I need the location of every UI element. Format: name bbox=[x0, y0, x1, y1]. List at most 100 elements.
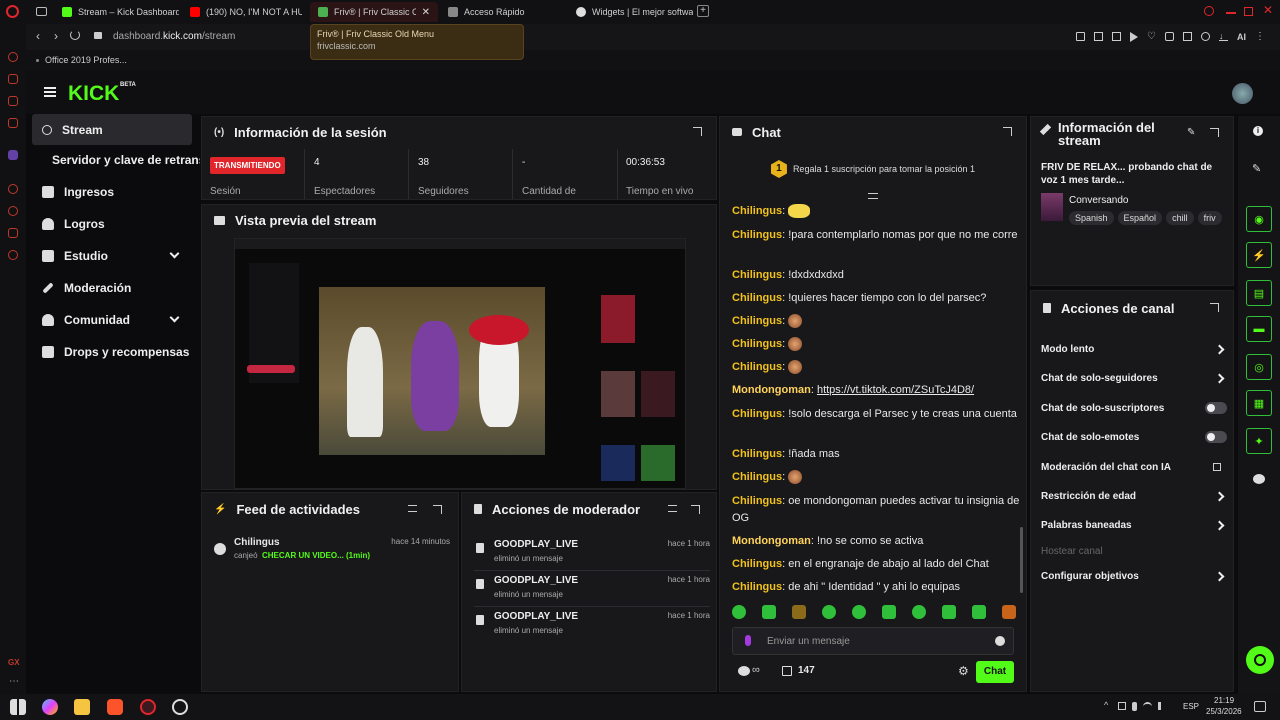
account-icon[interactable] bbox=[1200, 32, 1210, 41]
brave-icon[interactable] bbox=[107, 699, 123, 715]
emote-icon[interactable] bbox=[822, 605, 836, 619]
category-name[interactable]: Conversando bbox=[1069, 195, 1128, 206]
popout-icon[interactable] bbox=[433, 505, 442, 514]
gx-icon[interactable]: GX bbox=[8, 658, 20, 667]
popout-icon[interactable] bbox=[693, 127, 702, 136]
sidebar-app-icon[interactable] bbox=[8, 74, 18, 84]
send-chat-button[interactable]: Chat bbox=[976, 661, 1014, 683]
sidebar-item-estudio[interactable]: Estudio bbox=[32, 241, 192, 271]
minimize-icon[interactable] bbox=[1226, 12, 1236, 14]
settings-icon[interactable] bbox=[8, 250, 18, 260]
stream-video[interactable] bbox=[234, 238, 686, 489]
sidebar-app-icon[interactable] bbox=[8, 228, 18, 238]
sidebar-app-icon[interactable] bbox=[8, 96, 18, 106]
back-icon[interactable]: ‹ bbox=[36, 29, 40, 43]
emote-icon[interactable] bbox=[972, 605, 986, 619]
tab-widgets[interactable]: Widgets | El mejor softwar bbox=[568, 2, 693, 22]
sidebar-app-icon[interactable] bbox=[8, 52, 18, 62]
clock-date[interactable]: 25/3/2026 bbox=[1206, 707, 1242, 716]
chat-username[interactable]: Chilingus bbox=[732, 361, 782, 373]
menu-icon[interactable]: ⋮ bbox=[1255, 32, 1265, 42]
obs-icon[interactable] bbox=[172, 699, 188, 715]
chat-username[interactable]: Chilingus bbox=[732, 448, 782, 460]
users-icon[interactable] bbox=[738, 666, 750, 676]
chevron-down-icon[interactable] bbox=[169, 312, 180, 323]
emote-icon[interactable] bbox=[1002, 605, 1016, 619]
sidebar-app-icon[interactable] bbox=[8, 184, 18, 194]
popout-icon[interactable] bbox=[1210, 303, 1219, 312]
twitch-icon[interactable] bbox=[8, 150, 18, 160]
category-thumbnail[interactable] bbox=[1041, 193, 1063, 221]
emote-icon[interactable] bbox=[882, 605, 896, 619]
chat-username[interactable]: Mondongoman bbox=[732, 535, 811, 547]
tag[interactable]: chill bbox=[1166, 211, 1194, 225]
emote-icon[interactable] bbox=[732, 605, 746, 619]
grid-icon[interactable] bbox=[1112, 32, 1121, 41]
network-icon[interactable] bbox=[1118, 702, 1126, 710]
forward-icon[interactable]: › bbox=[54, 29, 58, 43]
hamburger-menu-icon[interactable] bbox=[44, 87, 56, 97]
clock-time[interactable]: 21:19 bbox=[1214, 696, 1234, 705]
tab-youtube[interactable]: (190) NO, I'M NOT A HUM bbox=[182, 2, 302, 22]
ai-button[interactable]: AI bbox=[1237, 32, 1246, 42]
popout-icon[interactable] bbox=[1003, 127, 1012, 136]
channel-action-banned-words[interactable]: Palabras baneadas bbox=[1041, 515, 1227, 535]
filter-icon[interactable] bbox=[668, 505, 677, 512]
chat-username[interactable]: Chilingus bbox=[732, 205, 782, 217]
chat-username[interactable]: Chilingus bbox=[732, 338, 782, 350]
tray-chevron-icon[interactable]: ^ bbox=[1104, 700, 1108, 710]
tab-acceso-rapido[interactable]: Acceso Rápido bbox=[440, 2, 566, 22]
sidebar-item-logros[interactable]: Logros bbox=[32, 209, 192, 239]
emote-icon[interactable] bbox=[942, 605, 956, 619]
emote-icon[interactable] bbox=[912, 605, 926, 619]
input-language[interactable]: ESP bbox=[1183, 702, 1199, 711]
info-icon[interactable]: i bbox=[1253, 126, 1263, 136]
gift-sub-banner[interactable]: 1 Regala 1 suscripción para tomar la pos… bbox=[720, 157, 1026, 181]
close-tab-icon[interactable]: ✕ bbox=[422, 7, 430, 18]
chat-username[interactable]: Chilingus bbox=[732, 269, 782, 281]
file-explorer-icon[interactable] bbox=[74, 699, 90, 715]
chat-username[interactable]: Chilingus bbox=[732, 581, 782, 593]
channel-action-slow-mode[interactable]: Modo lento bbox=[1041, 339, 1227, 359]
screenshot-icon[interactable] bbox=[1094, 32, 1103, 41]
copilot-icon[interactable] bbox=[42, 699, 58, 715]
opera-logo-icon[interactable] bbox=[6, 5, 19, 18]
channel-action-emotes-only[interactable]: Chat de solo-emotes bbox=[1041, 427, 1227, 447]
settings-gear-icon[interactable]: ⚙ bbox=[958, 664, 969, 678]
support-icon[interactable] bbox=[1246, 646, 1274, 674]
emote-icon[interactable] bbox=[852, 605, 866, 619]
dock-button-chat[interactable]: ▬ bbox=[1246, 316, 1272, 342]
sidebar-item-drops[interactable]: Drops y recompensas bbox=[32, 337, 192, 367]
tag[interactable]: Español bbox=[1117, 211, 1163, 225]
filter-icon[interactable] bbox=[408, 505, 417, 512]
dock-button-camera[interactable]: ◉ bbox=[1246, 206, 1272, 232]
sidebar-item-server-key[interactable]: Servidor y clave de retransmisión bbox=[42, 145, 200, 175]
more-icon[interactable]: ⋯ bbox=[9, 676, 19, 687]
popout-icon[interactable] bbox=[691, 505, 700, 514]
emote-icon[interactable] bbox=[792, 605, 806, 619]
dock-button-document[interactable]: ▤ bbox=[1246, 280, 1272, 306]
search-tabs-icon[interactable] bbox=[1204, 6, 1214, 16]
pin-icon[interactable] bbox=[1076, 32, 1085, 41]
toggle-switch[interactable] bbox=[1205, 431, 1227, 443]
dock-button-bolt[interactable]: ⚡ bbox=[1246, 242, 1272, 268]
notifications-icon[interactable] bbox=[1254, 701, 1266, 712]
opera-gx-icon[interactable] bbox=[140, 699, 156, 715]
edit-pencil-icon[interactable]: ✎ bbox=[1187, 127, 1195, 138]
chat-username[interactable]: Chilingus bbox=[732, 315, 782, 327]
channel-action-followers-only[interactable]: Chat de solo-seguidores bbox=[1041, 368, 1227, 388]
emote-icon[interactable] bbox=[762, 605, 776, 619]
chat-username[interactable]: Chilingus bbox=[732, 292, 782, 304]
microphone-icon[interactable] bbox=[745, 635, 751, 646]
extensions-icon[interactable] bbox=[1164, 32, 1174, 41]
dock-button-list[interactable]: ▦ bbox=[1246, 390, 1272, 416]
tab-friv[interactable]: Friv® | Friv Classic Old ✕ bbox=[310, 2, 438, 22]
tab-list-icon[interactable] bbox=[36, 7, 47, 16]
tab-kick-dashboard[interactable]: Stream – Kick Dashboard bbox=[54, 2, 179, 22]
channel-action-age-restriction[interactable]: Restricción de edad bbox=[1041, 486, 1227, 506]
url-field[interactable]: dashboard.kick.com/stream bbox=[113, 31, 235, 42]
chat-link[interactable]: https://vt.tiktok.com/ZSuTcJ4D8/ bbox=[817, 384, 974, 396]
chat-username[interactable]: Chilingus bbox=[732, 471, 782, 483]
tag[interactable]: friv bbox=[1197, 211, 1222, 225]
download-icon[interactable]: ↓ bbox=[1218, 32, 1228, 41]
